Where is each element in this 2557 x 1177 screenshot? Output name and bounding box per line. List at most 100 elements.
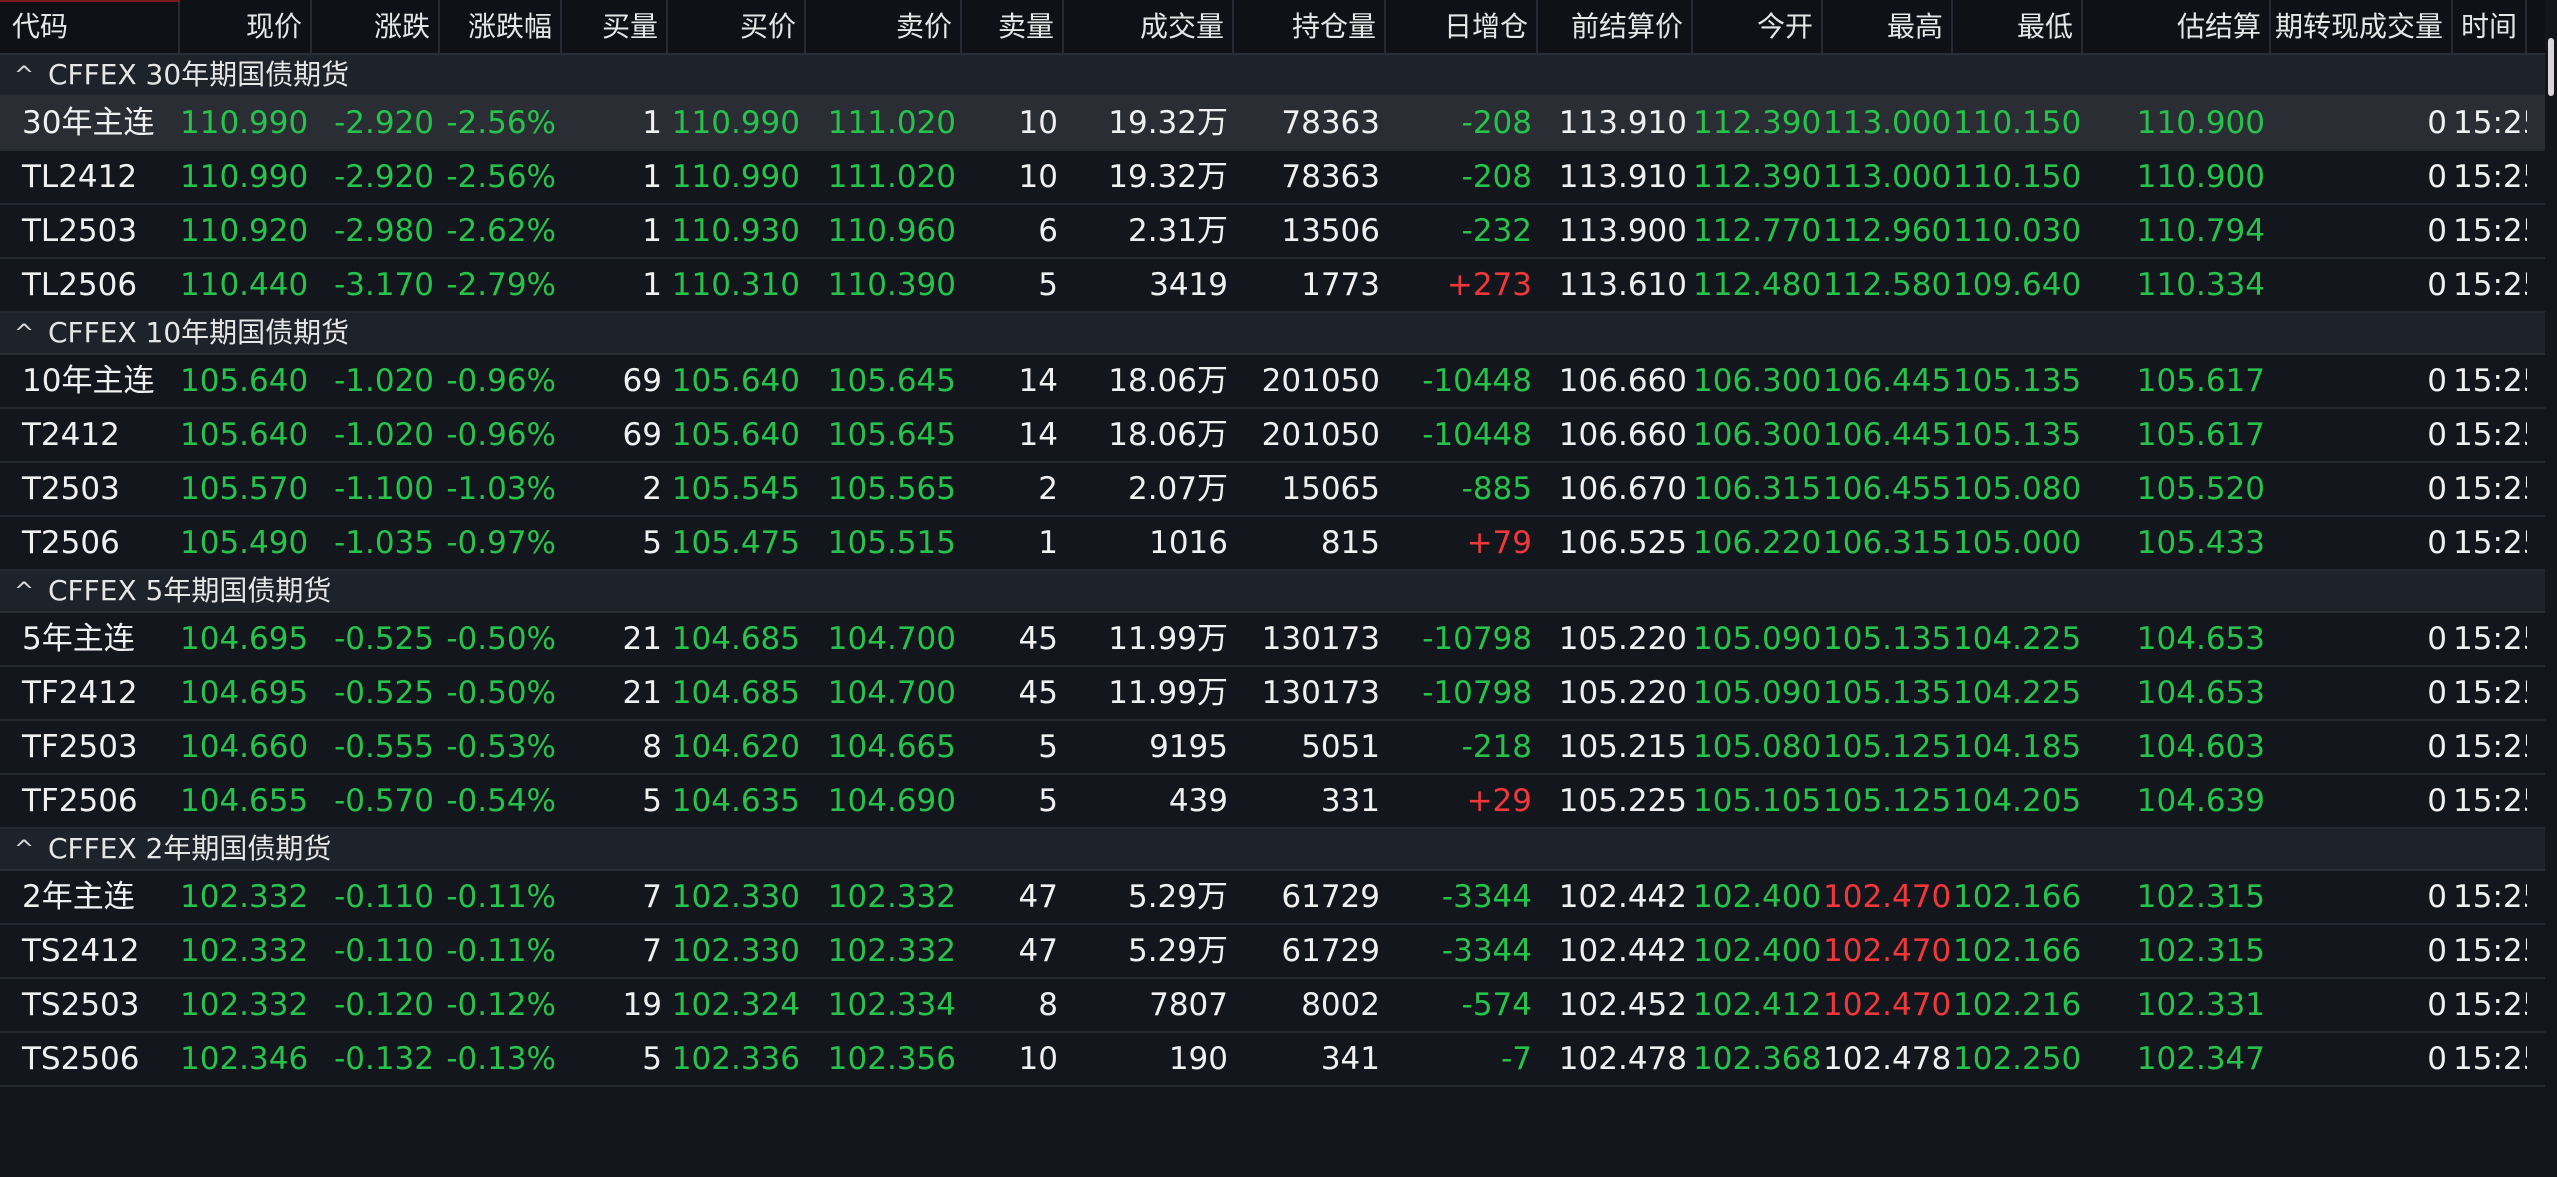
cell-code: T2412 [22,417,120,453]
cell-efp-volume: 0 [2427,675,2447,711]
col-header-price[interactable]: 现价 [180,0,312,53]
cell-oi-change: -10448 [1422,363,1532,399]
cell-oi-change: +79 [1466,525,1532,561]
group-header[interactable]: ^ CFFEX 10年期国债期货 [0,313,2545,355]
col-header-ask[interactable]: 卖价 [806,0,962,53]
table-row[interactable]: 30年主连 110.990 -2.920 -2.56% 1 110.990 111.020 1… [0,97,2545,151]
chevron-up-icon[interactable]: ^ [0,313,48,353]
cell-high: 105.125 [1823,729,1952,765]
col-header-volume[interactable]: 成交量 [1064,0,1234,53]
table-row[interactable]: TS2412 102.332 -0.110 -0.11% 7 102.330 102.332… [0,925,2545,979]
cell-open: 102.400 [1693,933,1822,969]
cell-open-interest: 61729 [1281,879,1380,915]
cell-change-pct: -0.11% [446,933,556,969]
cell-prev-settle: 113.910 [1558,105,1687,141]
table-row[interactable]: TS2503 102.332 -0.120 -0.12% 19 102.324 102.33… [0,979,2545,1033]
cell-open: 112.390 [1693,159,1822,195]
col-header-bid[interactable]: 买价 [668,0,806,53]
group-header[interactable]: ^ CFFEX 30年期国债期货 [0,55,2545,97]
cell-high: 102.470 [1823,879,1952,915]
cell-open-interest: 331 [1320,783,1380,819]
table-body: ^ CFFEX 30年期国债期货 30年主连 110.990 -2.920 -2.56% 1… [0,55,2545,1087]
cell-high: 102.470 [1823,933,1952,969]
table-row[interactable]: TF2412 104.695 -0.525 -0.50% 21 104.685 104.70… [0,667,2545,721]
chevron-up-icon[interactable]: ^ [0,829,48,869]
cell-bid-vol: 1 [642,267,662,303]
cell-change-pct: -2.56% [446,105,556,141]
cell-prev-settle: 102.442 [1558,879,1687,915]
cell-efp-volume: 0 [2427,879,2447,915]
cell-ask-vol: 2 [1038,471,1058,507]
col-header-change-pct[interactable]: 涨跌幅 [440,0,562,53]
col-header-est-settle[interactable]: 估结算 [2083,0,2271,53]
cell-oi-change: -232 [1461,213,1532,249]
col-header-code[interactable]: 代码 [0,0,180,53]
cell-code: TL2506 [22,267,138,303]
cell-bid: 105.640 [671,417,800,453]
table-row[interactable]: 2年主连 102.332 -0.110 -0.11% 7 102.330 102.332 47… [0,871,2545,925]
col-header-bid-vol[interactable]: 买量 [562,0,668,53]
cell-open-interest: 78363 [1281,159,1380,195]
table-row[interactable]: 10年主连 105.640 -1.020 -0.96% 69 105.640 105.645… [0,355,2545,409]
cell-low: 105.000 [1953,525,2082,561]
cell-code: T2503 [22,471,120,507]
scrollbar-thumb[interactable] [2548,38,2554,96]
col-header-low[interactable]: 最低 [1953,0,2083,53]
cell-volume: 11.99万 [1108,675,1228,711]
table-row[interactable]: TL2412 110.990 -2.920 -2.56% 1 110.990 111.020… [0,151,2545,205]
cell-prev-settle: 113.900 [1558,213,1687,249]
cell-change-pct: -0.96% [446,363,556,399]
cell-volume: 19.32万 [1108,159,1228,195]
cell-code: 2年主连 [22,879,135,915]
cell-ask: 102.332 [827,879,956,915]
cell-code: TS2412 [22,933,140,969]
cell-high: 112.580 [1823,267,1952,303]
vertical-scrollbar[interactable] [2545,0,2557,1177]
cell-bid: 104.685 [671,621,800,657]
chevron-up-icon[interactable]: ^ [0,571,48,611]
table-row[interactable]: TL2506 110.440 -3.170 -2.79% 1 110.310 110.390… [0,259,2545,313]
cell-time: 15:25 [2453,159,2527,195]
cell-prev-settle: 102.452 [1558,987,1687,1023]
cell-ask: 105.645 [827,417,956,453]
cell-high: 102.470 [1823,987,1952,1023]
col-header-open[interactable]: 今开 [1693,0,1823,53]
col-header-oi-change[interactable]: 日增仓 [1386,0,1538,53]
col-header-efp-volume[interactable]: 期转现成交量 [2271,0,2453,53]
cell-price: 105.640 [180,417,309,453]
table-row[interactable]: TS2506 102.346 -0.132 -0.13% 5 102.336 102.356… [0,1033,2545,1087]
cell-volume: 3419 [1149,267,1228,303]
table-row[interactable]: 5年主连 104.695 -0.525 -0.50% 21 104.685 104.700 4… [0,613,2545,667]
cell-low: 110.150 [1953,105,2082,141]
table-row[interactable]: TL2503 110.920 -2.980 -2.62% 1 110.930 110.960… [0,205,2545,259]
col-header-prev-settle[interactable]: 前结算价 [1538,0,1693,53]
group-header[interactable]: ^ CFFEX 2年期国债期货 [0,829,2545,871]
group-header[interactable]: ^ CFFEX 5年期国债期货 [0,571,2545,613]
chevron-up-icon[interactable]: ^ [0,55,48,95]
col-header-time[interactable]: 时间 [2453,0,2527,53]
table-row[interactable]: T2506 105.490 -1.035 -0.97% 5 105.475 105.515 1… [0,517,2545,571]
table-row[interactable]: TF2506 104.655 -0.570 -0.54% 5 104.635 104.690… [0,775,2545,829]
cell-high: 106.445 [1823,417,1952,453]
col-header-high[interactable]: 最高 [1823,0,1953,53]
cell-time: 15:25 [2453,987,2527,1023]
cell-bid: 102.324 [671,987,800,1023]
cell-price: 102.346 [180,1041,309,1077]
cell-efp-volume: 0 [2427,1041,2447,1077]
cell-open: 106.220 [1693,525,1822,561]
cell-oi-change: -10798 [1422,675,1532,711]
cell-change: -0.555 [334,729,434,765]
col-header-change[interactable]: 涨跌 [312,0,440,53]
table-row[interactable]: T2503 105.570 -1.100 -1.03% 2 105.545 105.565 2… [0,463,2545,517]
cell-volume: 2.31万 [1127,213,1228,249]
cell-change: -2.980 [334,213,434,249]
cell-time: 15:25 [2453,675,2527,711]
cell-volume: 11.99万 [1108,621,1228,657]
table-row[interactable]: T2412 105.640 -1.020 -0.96% 69 105.640 105.645… [0,409,2545,463]
table-row[interactable]: TF2503 104.660 -0.555 -0.53% 8 104.620 104.665… [0,721,2545,775]
cell-ask: 104.665 [827,729,956,765]
cell-oi-change: -10798 [1422,621,1532,657]
col-header-open-interest[interactable]: 持仓量 [1234,0,1386,53]
col-header-ask-vol[interactable]: 卖量 [962,0,1064,53]
cell-bid-vol: 1 [642,159,662,195]
